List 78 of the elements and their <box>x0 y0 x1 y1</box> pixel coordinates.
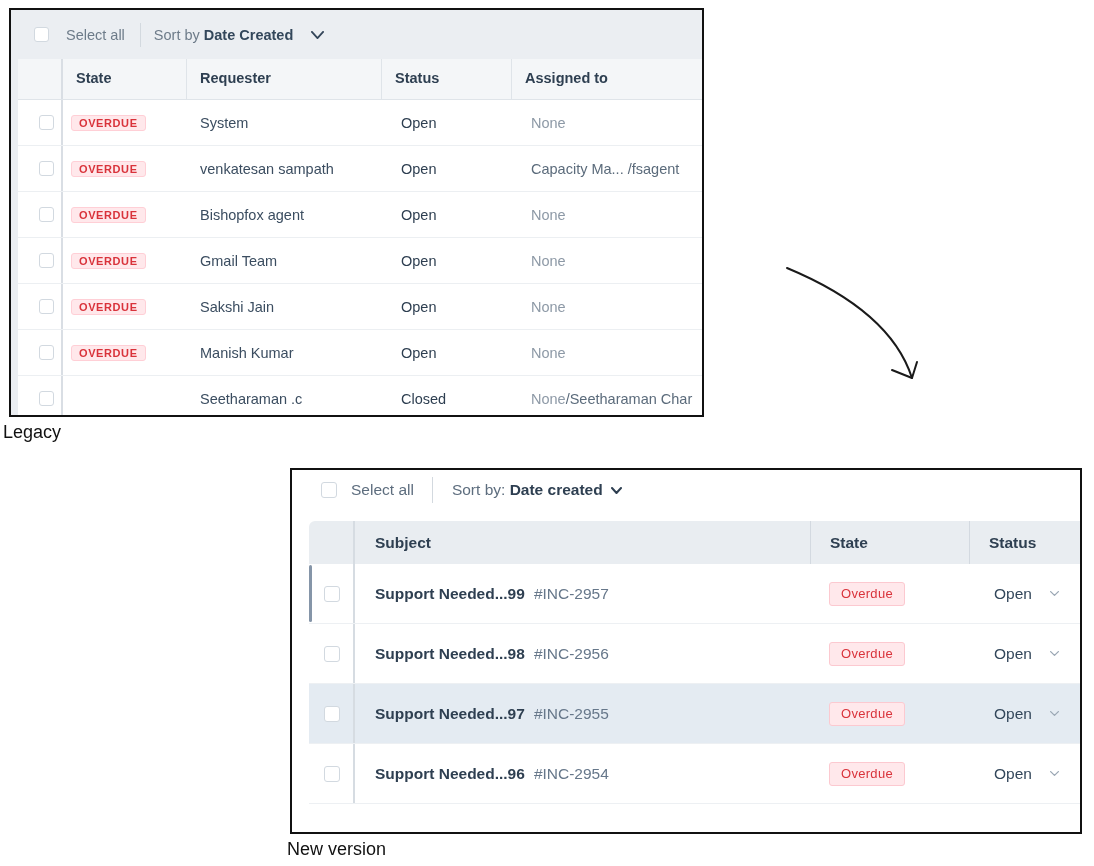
ticket-id: #INC-2956 <box>533 643 609 664</box>
select-all-checkbox[interactable] <box>34 27 49 42</box>
caption-text: Legacy <box>3 421 62 443</box>
state-tag: OVERDUE <box>71 160 146 177</box>
status-text: Open <box>401 113 437 132</box>
ticket-subject[interactable]: Support Needed...99 <box>375 583 525 604</box>
row-checkbox[interactable] <box>39 115 54 130</box>
status-dropdown[interactable]: Open <box>994 643 1059 664</box>
status-dropdown[interactable]: Open <box>994 703 1059 724</box>
assignee-text: None <box>531 297 566 316</box>
requester-name: venkatesan sampath <box>200 159 334 178</box>
row-checkbox[interactable] <box>39 253 54 268</box>
assignee-text: None <box>531 389 566 408</box>
assignee-text: None <box>531 251 566 270</box>
table-row[interactable]: Support Needed...97 #INC-2955 Overdue Open <box>309 684 1080 744</box>
sort-dropdown[interactable]: Sort by: Date created <box>451 480 622 500</box>
state-tag: OVERDUE <box>71 344 146 361</box>
chevron-down-icon <box>311 30 325 39</box>
state-tag: Overdue <box>829 641 905 666</box>
status-text: Open <box>401 159 437 178</box>
status-text: Closed <box>401 389 447 408</box>
column-header: Subject <box>374 532 432 553</box>
state-tag: OVERDUE <box>71 298 146 315</box>
state-tag: Overdue <box>829 581 905 606</box>
requester-name: Sakshi Jain <box>200 297 275 316</box>
ticket-id: #INC-2954 <box>533 763 609 784</box>
row-checkbox[interactable] <box>324 585 340 602</box>
chevron-down-icon <box>1049 771 1059 776</box>
assignee-text: None <box>531 205 566 224</box>
row-checkbox[interactable] <box>39 299 54 314</box>
row-checkbox[interactable] <box>39 391 54 406</box>
state-tag: Overdue <box>829 701 905 726</box>
sort-dropdown[interactable]: Sort by Date Created <box>153 25 325 44</box>
requester-name: Seetharaman .c <box>200 389 303 408</box>
table-row[interactable]: Support Needed...98 #INC-2956 Overdue Open <box>309 624 1080 684</box>
caption-text: New version <box>287 838 387 860</box>
row-checkbox[interactable] <box>39 207 54 222</box>
table-row[interactable]: Support Needed...99 #INC-2957 Overdue Open <box>309 564 1080 624</box>
state-tag: OVERDUE <box>71 114 146 131</box>
status-dropdown[interactable]: Open <box>994 583 1059 604</box>
status-text: Open <box>401 205 437 224</box>
ticket-subject[interactable]: Support Needed...97 <box>375 703 525 724</box>
state-tag: OVERDUE <box>71 206 146 223</box>
row-checkbox[interactable] <box>39 345 54 360</box>
state-tag: OVERDUE <box>71 252 146 269</box>
ticket-id: #INC-2955 <box>533 703 609 724</box>
status-text: Open <box>401 343 437 362</box>
requester-name: Gmail Team <box>200 251 278 270</box>
status-text: Open <box>401 297 437 316</box>
row-checkbox[interactable] <box>324 645 340 662</box>
select-all-label[interactable]: Select all <box>66 25 125 44</box>
column-header: Assigned to <box>511 59 702 99</box>
assignee-text: /Seetharaman Char <box>565 389 693 408</box>
column-header: State <box>75 69 113 89</box>
assignee-text: None <box>531 113 566 132</box>
table-row[interactable]: Support Needed...96 #INC-2954 Overdue Open <box>309 744 1080 804</box>
requester-name: Manish Kumar <box>200 343 294 362</box>
chevron-down-icon <box>1049 651 1059 656</box>
requester-name: System <box>200 113 249 132</box>
ticket-id: #INC-2957 <box>533 583 609 604</box>
select-all-label[interactable]: Select all <box>351 480 414 500</box>
select-all-checkbox[interactable] <box>321 482 337 498</box>
row-checkbox[interactable] <box>324 765 340 782</box>
chevron-down-icon <box>1049 711 1059 716</box>
status-text: Open <box>401 251 437 270</box>
assignee-text: Capacity Ma... /fsagent <box>531 159 680 178</box>
assignee-text: None <box>531 343 566 362</box>
row-checkbox[interactable] <box>39 161 54 176</box>
requester-name: Bishopfox agent <box>200 205 304 224</box>
chevron-down-icon <box>1049 591 1059 596</box>
ticket-subject[interactable]: Support Needed...96 <box>375 763 525 784</box>
ticket-subject[interactable]: Support Needed...98 <box>375 643 525 664</box>
state-tag: Overdue <box>829 761 905 786</box>
column-header: Status <box>381 59 511 99</box>
status-dropdown[interactable]: Open <box>994 763 1059 784</box>
row-checkbox[interactable] <box>324 705 340 722</box>
column-header: Requester <box>186 59 381 99</box>
chevron-down-icon <box>610 486 622 494</box>
